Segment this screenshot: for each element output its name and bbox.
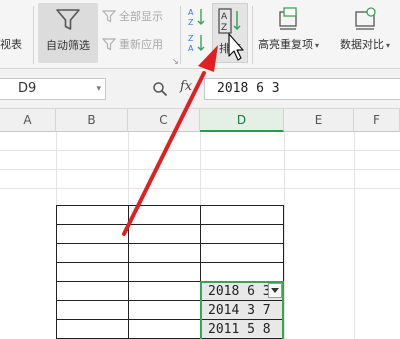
spreadsheet-grid[interactable]: 2018 6 3 2014 3 7 2011 5 8 xyxy=(0,132,400,339)
chevron-down-icon[interactable]: ▾ xyxy=(96,79,101,99)
highlight-duplicates-icon xyxy=(275,6,303,32)
formula-bar: D9 ▾ fx 2018 6 3 xyxy=(0,69,400,109)
data-compare-label: 数据对比 xyxy=(340,38,384,51)
column-header-c[interactable]: C xyxy=(128,109,200,132)
filter-dropdown-button[interactable] xyxy=(268,283,282,298)
highlight-duplicates-label: 高亮重复项 xyxy=(258,38,313,51)
filter-dropdown-icon xyxy=(271,287,279,293)
column-header-a[interactable]: A xyxy=(0,109,56,132)
ribbon-separator xyxy=(252,6,253,64)
svg-text:A: A xyxy=(221,12,228,22)
svg-text:A: A xyxy=(188,44,194,53)
zoom-icon[interactable] xyxy=(152,81,168,101)
pivot-table-label: 视表 xyxy=(0,38,22,51)
filter-icon xyxy=(54,7,82,33)
column-header-row: A B C D E F xyxy=(0,109,400,132)
sort-icon: A Z xyxy=(217,7,243,35)
sort-button[interactable]: A Z 排序 xyxy=(212,3,248,63)
ribbon-separator xyxy=(33,6,34,64)
column-header-d[interactable]: D xyxy=(200,109,284,132)
ribbon-separator xyxy=(180,6,181,64)
column-gridline xyxy=(354,132,355,339)
sort-label: 排序 xyxy=(219,42,241,55)
column-gridline xyxy=(284,132,285,339)
dialog-launcher-icon[interactable]: ↘ xyxy=(172,57,179,66)
table-border xyxy=(128,205,129,339)
pivot-table-button[interactable]: 视表 xyxy=(0,36,22,52)
autofilter-button[interactable]: 自动筛选 xyxy=(38,3,98,63)
name-box[interactable]: D9 ▾ xyxy=(0,78,106,100)
table-border xyxy=(56,205,284,206)
table-border xyxy=(56,224,284,225)
reapply-button[interactable]: 重新应用 xyxy=(102,36,163,52)
svg-text:A: A xyxy=(188,8,194,17)
svg-text:Z: Z xyxy=(188,18,194,27)
svg-text:Z: Z xyxy=(221,23,227,33)
show-all-button[interactable]: 全部显示 xyxy=(102,8,163,24)
column-header-f[interactable]: F xyxy=(354,109,400,132)
column-header-b[interactable]: B xyxy=(56,109,128,132)
reapply-label: 重新应用 xyxy=(119,38,163,51)
formula-input[interactable]: 2018 6 3 xyxy=(204,78,400,100)
sort-asc-icon: A Z xyxy=(188,8,205,27)
svg-text:Z: Z xyxy=(188,34,194,43)
reapply-icon xyxy=(102,37,116,50)
fx-label[interactable]: fx xyxy=(180,79,192,94)
sort-desc-icon: Z A xyxy=(188,34,205,53)
table-border xyxy=(56,262,284,263)
sort-desc-button[interactable]: Z A xyxy=(187,33,207,57)
autofilter-label: 自动筛选 xyxy=(46,39,90,52)
ribbon-toolbar: 视表 自动筛选 全部显示 重新应用 ↘ A Z Z A A Z 排序 高亮重复项… xyxy=(0,0,400,69)
highlight-duplicates-button[interactable]: 高亮重复项 ▾ xyxy=(258,6,319,52)
column-header-e[interactable]: E xyxy=(284,109,354,132)
chevron-down-icon: ▾ xyxy=(386,41,391,50)
name-box-value: D9 xyxy=(18,81,37,96)
data-compare-button[interactable]: 数据对比 ▾ xyxy=(340,6,390,52)
show-all-icon xyxy=(102,9,116,22)
chevron-down-icon: ▾ xyxy=(315,41,320,50)
data-compare-icon xyxy=(351,6,379,32)
table-border xyxy=(56,205,57,339)
table-border xyxy=(56,243,284,244)
show-all-label: 全部显示 xyxy=(119,10,163,23)
sort-asc-button[interactable]: A Z xyxy=(187,7,207,31)
